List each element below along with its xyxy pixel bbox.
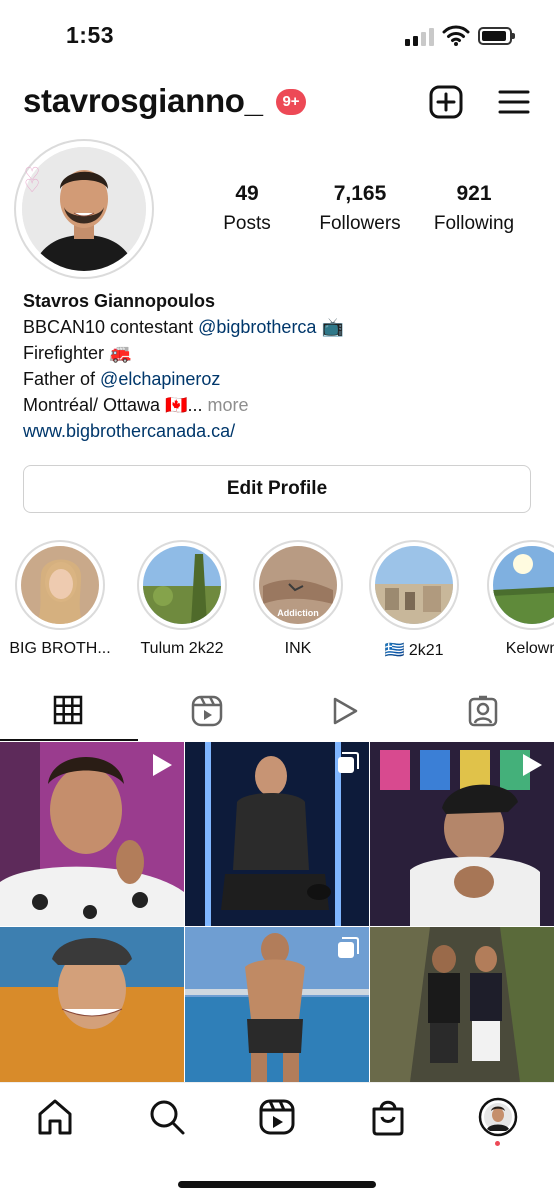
hamburger-menu-icon[interactable] — [496, 84, 532, 120]
highlight-label: Kelown — [505, 640, 554, 657]
video-play-icon — [333, 697, 358, 725]
bio-text: Montréal/ Ottawa 🇨🇦... — [23, 395, 203, 415]
highlight-label: Tulum 2k22 — [140, 640, 224, 657]
bio-text: Father of — [23, 369, 101, 389]
profile-photo[interactable] — [22, 147, 146, 271]
posts-count-label: Posts — [223, 213, 271, 234]
highlight-cover — [493, 546, 554, 624]
bio-line: BBCAN10 contestant @bigbrotherca 📺 — [23, 314, 344, 340]
post-thumbnail[interactable] — [185, 742, 369, 926]
more-link[interactable]: more — [202, 395, 248, 415]
bio-line: Firefighter 🚒 — [23, 343, 132, 363]
highlight-label: BIG BROTH... — [9, 640, 111, 657]
edit-profile-button[interactable]: Edit Profile — [23, 465, 531, 513]
highlight-overlay-text: Addiction — [277, 608, 319, 618]
story-highlight[interactable]: Tulum 2k22 — [127, 540, 237, 658]
tv-emoji: 📺 — [321, 317, 344, 337]
carousel-icon — [338, 937, 359, 958]
mention-link[interactable]: @elchapineroz — [100, 369, 220, 389]
highlight-label: INK — [284, 640, 312, 657]
status-time: 1:53 — [66, 22, 115, 48]
cellular-signal-icon — [405, 28, 435, 46]
post-grid — [0, 742, 554, 1082]
profile-bio: Stavros Giannopoulos BBCAN10 contestant … — [23, 288, 344, 444]
highlight-cover: Addiction — [259, 546, 337, 624]
profile-avatar-icon[interactable] — [478, 1097, 518, 1137]
plus-square-icon[interactable] — [428, 84, 464, 120]
story-highlight[interactable]: Kelown — [477, 540, 554, 658]
play-icon — [523, 754, 542, 776]
posts-count-value: 49 — [235, 182, 259, 205]
post-thumbnail[interactable] — [370, 742, 554, 926]
carousel-icon — [338, 752, 359, 773]
followers-count[interactable]: 7,165 Followers — [305, 182, 415, 235]
play-icon — [153, 754, 172, 776]
bio-text: BBCAN10 contestant — [23, 317, 199, 337]
profile-full-name: Stavros Giannopoulos — [23, 291, 216, 311]
highlight-cover — [143, 546, 221, 624]
story-highlight[interactable]: 🇬🇷 2k21 — [359, 540, 469, 660]
post-thumbnail[interactable] — [0, 742, 184, 926]
bio-line: Montréal/ Ottawa 🇨🇦... more — [23, 392, 344, 418]
following-count[interactable]: 921 Following — [419, 182, 529, 235]
posts-count[interactable]: 49 Posts — [192, 182, 302, 235]
tab-reels[interactable] — [138, 685, 276, 741]
heart-sticker-icon: ♡ ♡ — [24, 164, 41, 196]
profile-tabs — [0, 685, 554, 741]
home-icon[interactable] — [35, 1097, 75, 1137]
highlight-cover — [21, 546, 99, 624]
highlight-label: 🇬🇷 2k21 — [384, 642, 444, 659]
shop-bag-icon[interactable] — [368, 1097, 408, 1137]
search-icon[interactable] — [147, 1097, 187, 1137]
followers-count-label: Followers — [319, 213, 401, 234]
website-link[interactable]: www.bigbrothercanada.ca/ — [23, 418, 344, 444]
tab-tagged[interactable] — [414, 685, 552, 741]
wifi-icon — [442, 25, 470, 46]
story-highlight[interactable]: Addiction INK — [243, 540, 353, 658]
following-count-value: 921 — [456, 182, 492, 205]
home-indicator — [178, 1181, 376, 1188]
mention-link[interactable]: @bigbrotherca — [198, 317, 316, 337]
highlight-cover — [375, 546, 453, 624]
tab-grid[interactable] — [0, 685, 138, 741]
status-bar: 1:53 — [0, 0, 554, 70]
reels-icon[interactable] — [257, 1097, 297, 1137]
battery-icon — [478, 27, 515, 45]
profile-username[interactable]: stavrosgianno_ — [23, 82, 263, 120]
grid-icon — [53, 695, 83, 725]
notification-badge[interactable]: 9+ — [276, 89, 306, 115]
tagged-person-icon — [468, 695, 498, 727]
following-count-label: Following — [433, 213, 515, 234]
tab-videos[interactable] — [276, 685, 414, 741]
story-highlight[interactable]: BIG BROTH... — [5, 540, 115, 658]
reels-icon — [191, 695, 223, 727]
profile-notification-dot — [495, 1141, 500, 1146]
followers-count-value: 7,165 — [333, 182, 387, 205]
bio-line: Father of @elchapineroz — [23, 366, 344, 392]
